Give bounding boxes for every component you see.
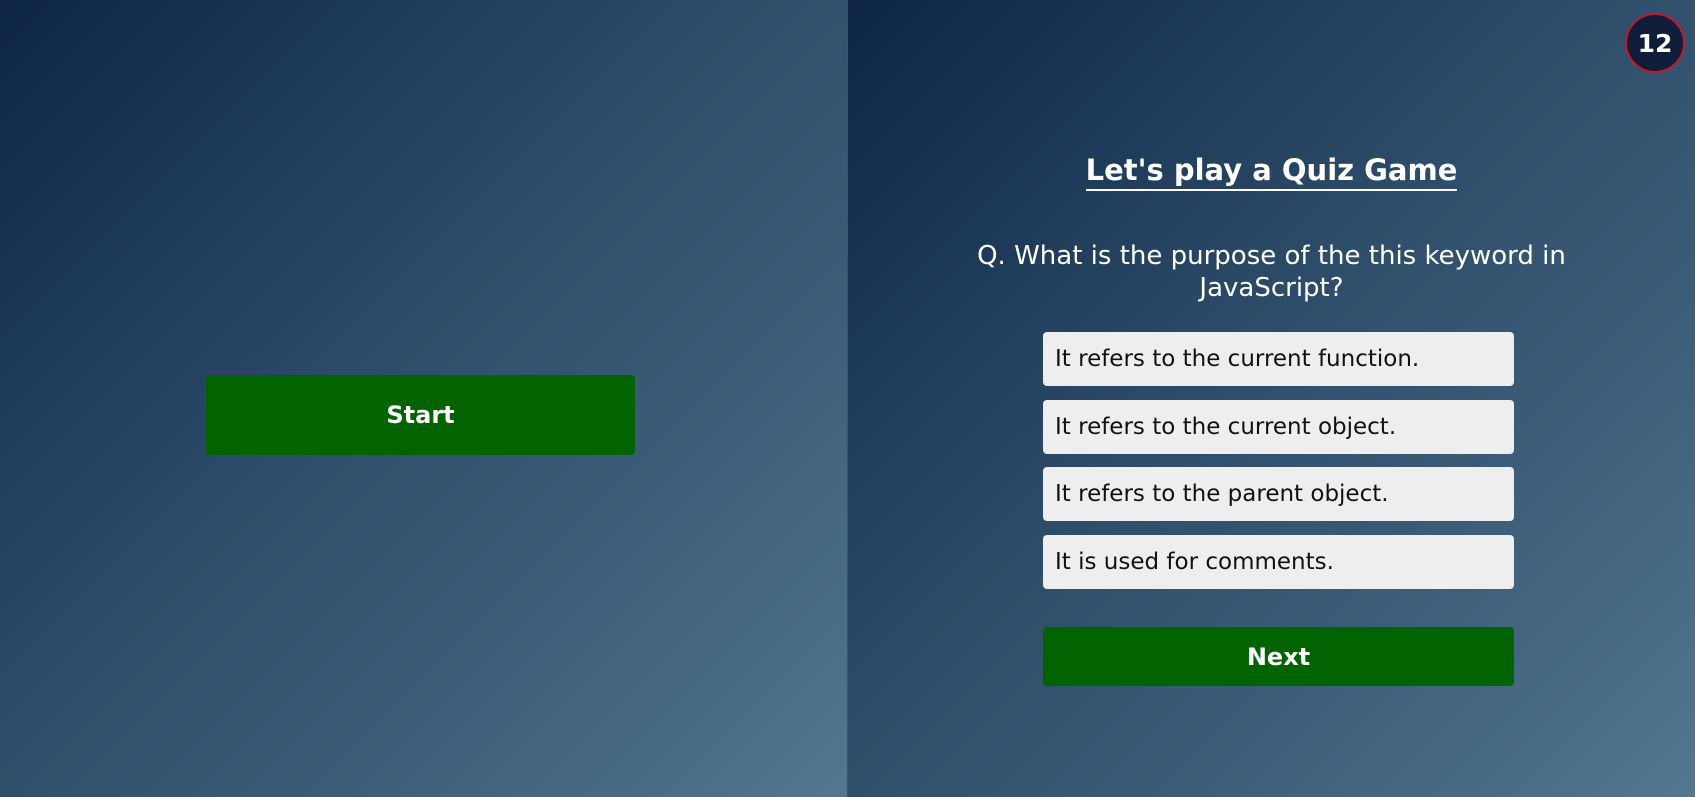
- answer-options: It refers to the current function. It re…: [1043, 332, 1514, 602]
- quiz-panel: 12 Let's play a Quiz Game Q. What is the…: [848, 0, 1695, 797]
- start-panel: Start: [0, 0, 847, 797]
- app-stage: Start 12 Let's play a Quiz Game Q. What …: [0, 0, 1695, 797]
- answer-option-2[interactable]: It refers to the current object.: [1043, 399, 1514, 454]
- answer-option-1[interactable]: It refers to the current function.: [1043, 332, 1514, 386]
- start-button[interactable]: Start: [206, 375, 635, 455]
- answer-option-4[interactable]: It is used for comments.: [1043, 534, 1514, 589]
- quiz-title: Let's play a Quiz Game: [848, 153, 1695, 191]
- next-button[interactable]: Next: [1043, 627, 1514, 686]
- answer-option-3[interactable]: It refers to the parent object.: [1043, 467, 1514, 521]
- quiz-title-text: Let's play a Quiz Game: [1085, 153, 1458, 191]
- question-text: Q. What is the purpose of the this keywo…: [977, 241, 1566, 303]
- countdown-timer: 12: [1625, 13, 1685, 73]
